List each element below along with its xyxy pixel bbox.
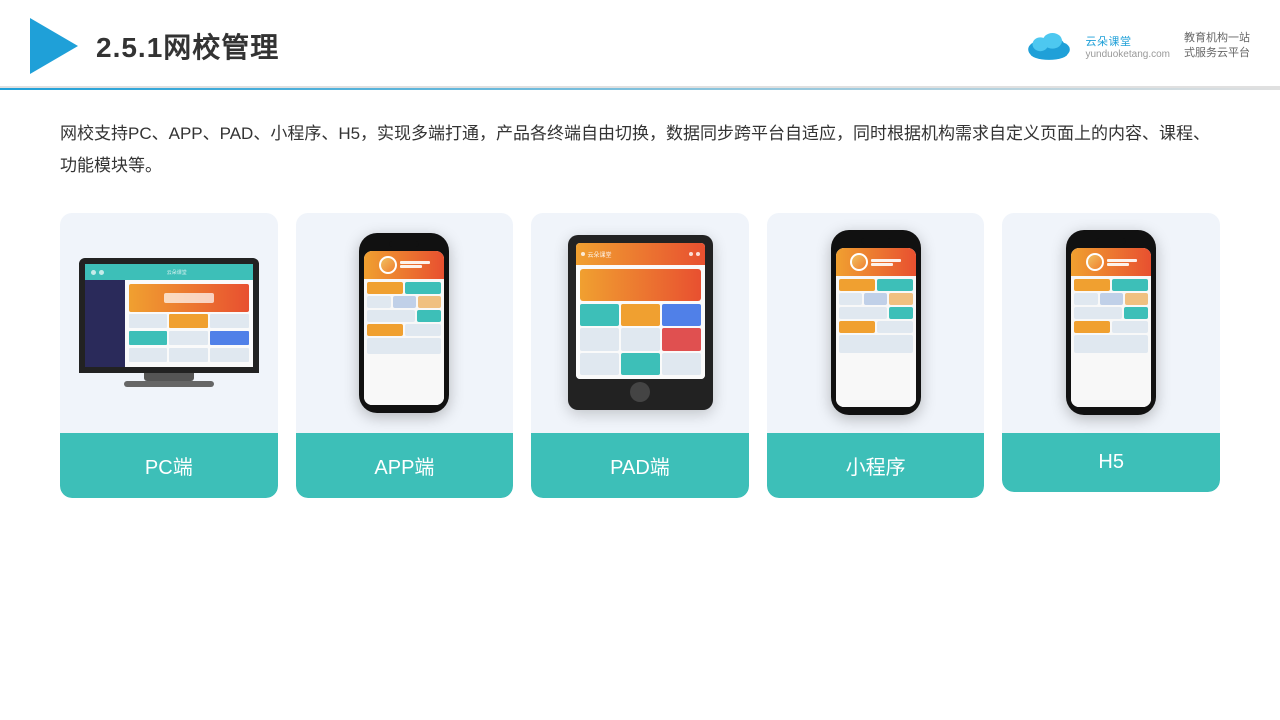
header-left: 2.5.1网校管理 (30, 18, 279, 74)
brand-tagline-line1: 教育机构一站 (1184, 31, 1250, 46)
pc-monitor-icon: 云朵课堂 (79, 258, 259, 387)
card-app-label: APP端 (296, 433, 514, 498)
card-pc-image: 云朵课堂 (60, 213, 278, 433)
card-pc-label: PC端 (60, 433, 278, 498)
tablet-pad-icon: 云朵课堂 (568, 235, 713, 410)
card-pc: 云朵课堂 (60, 213, 278, 498)
brand-tagline: 教育机构一站 式服务云平台 (1184, 31, 1250, 62)
page-title: 2.5.1网校管理 (96, 26, 279, 66)
phone-miniprogram-icon (831, 230, 921, 415)
description-text: 网校支持PC、APP、PAD、小程序、H5，实现多端打通，产品各终端自由切换，数… (60, 118, 1220, 183)
card-h5-image (1002, 213, 1220, 433)
device-cards-container: 云朵课堂 (60, 213, 1220, 498)
brand-tagline-line2: 式服务云平台 (1184, 46, 1250, 61)
brand-name: 云朵课堂 (1085, 33, 1170, 49)
card-pad-image: 云朵课堂 (531, 213, 749, 433)
card-app-image (296, 213, 514, 433)
card-miniprogram-image (767, 213, 985, 433)
cloud-logo-icon (1023, 30, 1075, 62)
brand-info: 云朵课堂 yunduoketang.com (1085, 33, 1170, 60)
brand-url: yunduoketang.com (1085, 49, 1170, 60)
card-miniprogram: 小程序 (767, 213, 985, 498)
logo-triangle-icon (30, 18, 78, 74)
header-right: 云朵课堂 yunduoketang.com 教育机构一站 式服务云平台 (1023, 30, 1250, 62)
header: 2.5.1网校管理 云朵课堂 yunduoketang.com 教育机构一站 式… (0, 0, 1280, 88)
card-pad: 云朵课堂 (531, 213, 749, 498)
card-h5: H5 (1002, 213, 1220, 492)
card-h5-label: H5 (1002, 433, 1220, 492)
main-content: 网校支持PC、APP、PAD、小程序、H5，实现多端打通，产品各终端自由切换，数… (0, 90, 1280, 518)
phone-app-icon (359, 233, 449, 413)
card-app: APP端 (296, 213, 514, 498)
card-pad-label: PAD端 (531, 433, 749, 498)
phone-h5-icon (1066, 230, 1156, 415)
card-miniprogram-label: 小程序 (767, 433, 985, 498)
